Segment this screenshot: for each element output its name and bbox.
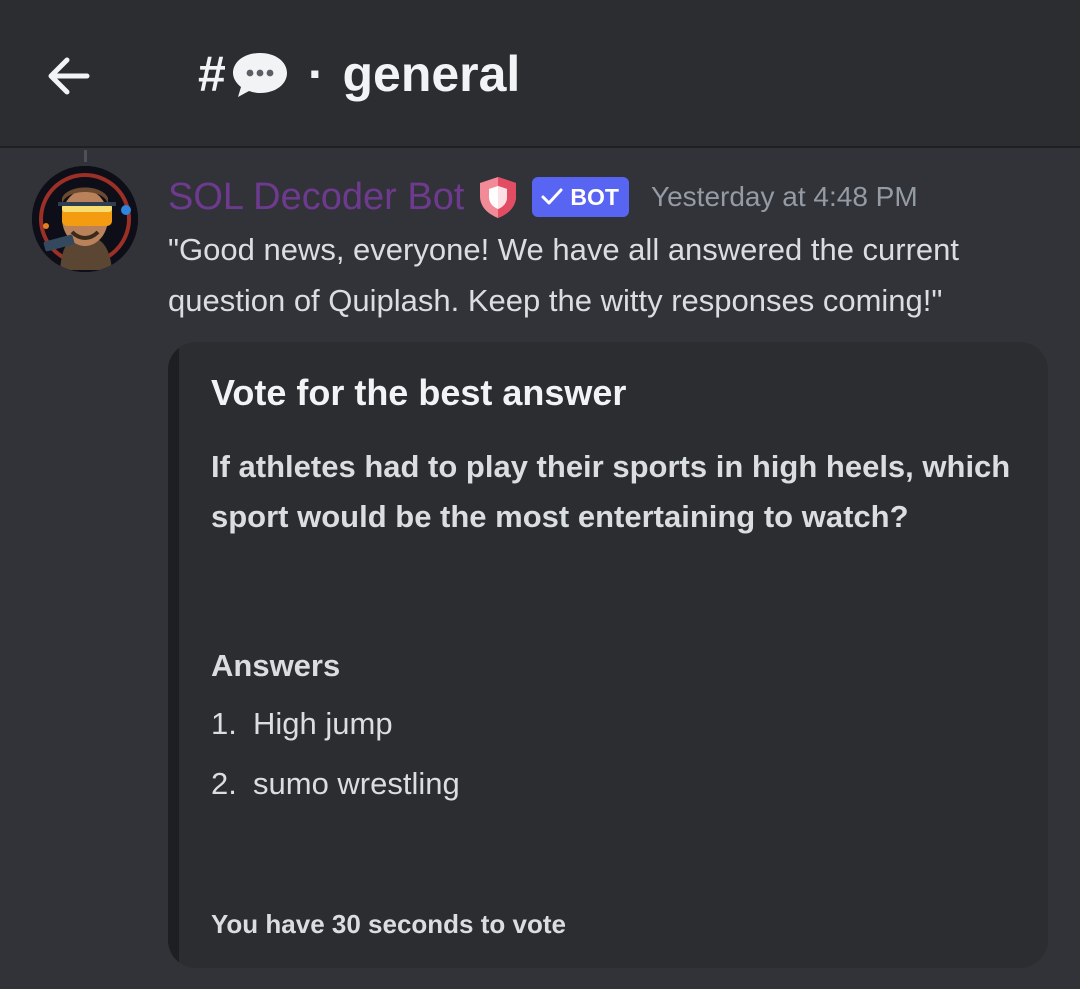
answer-item: 2. sumo wrestling <box>211 758 460 818</box>
username[interactable]: SOL Decoder Bot <box>168 176 464 219</box>
embed-title: Vote for the best answer <box>211 372 627 413</box>
answer-item: 1. High jump <box>211 698 460 758</box>
bot-tag-label: BOT <box>570 183 619 210</box>
answer-number: 1. <box>211 706 237 741</box>
poll-embed: Vote for the best answer If athletes had… <box>168 342 1048 968</box>
checkmark-icon <box>540 187 564 207</box>
arrow-left-icon <box>48 57 90 95</box>
channel-header: # · general <box>0 0 1080 148</box>
answer-number: 2. <box>211 766 237 801</box>
channel-name: general <box>342 46 521 102</box>
channel-title[interactable]: # · general <box>198 38 520 110</box>
message-header: SOL Decoder Bot BOT Yesterday at 4:48 PM <box>168 172 918 222</box>
thread-line <box>84 150 87 162</box>
message-text: "Good news, everyone! We have all answer… <box>168 232 960 318</box>
speech-bubble-icon <box>230 49 290 99</box>
answer-list: 1. High jump 2. sumo wrestling <box>211 698 460 818</box>
back-button[interactable] <box>40 48 96 104</box>
answers-heading: Answers <box>211 648 341 683</box>
bot-tag: BOT <box>532 177 629 217</box>
hash-symbol: # <box>198 46 226 102</box>
avatar[interactable] <box>32 166 138 272</box>
embed-question: If athletes had to play their sports in … <box>211 449 1011 534</box>
embed-accent-bar <box>168 342 179 968</box>
embed-footer: You have 30 seconds to vote <box>211 909 566 939</box>
message-timestamp: Yesterday at 4:48 PM <box>650 181 918 212</box>
answer-text: sumo wrestling <box>253 766 460 801</box>
shield-icon <box>476 174 520 220</box>
title-separator: · <box>307 46 325 102</box>
answer-text: High jump <box>253 706 393 741</box>
